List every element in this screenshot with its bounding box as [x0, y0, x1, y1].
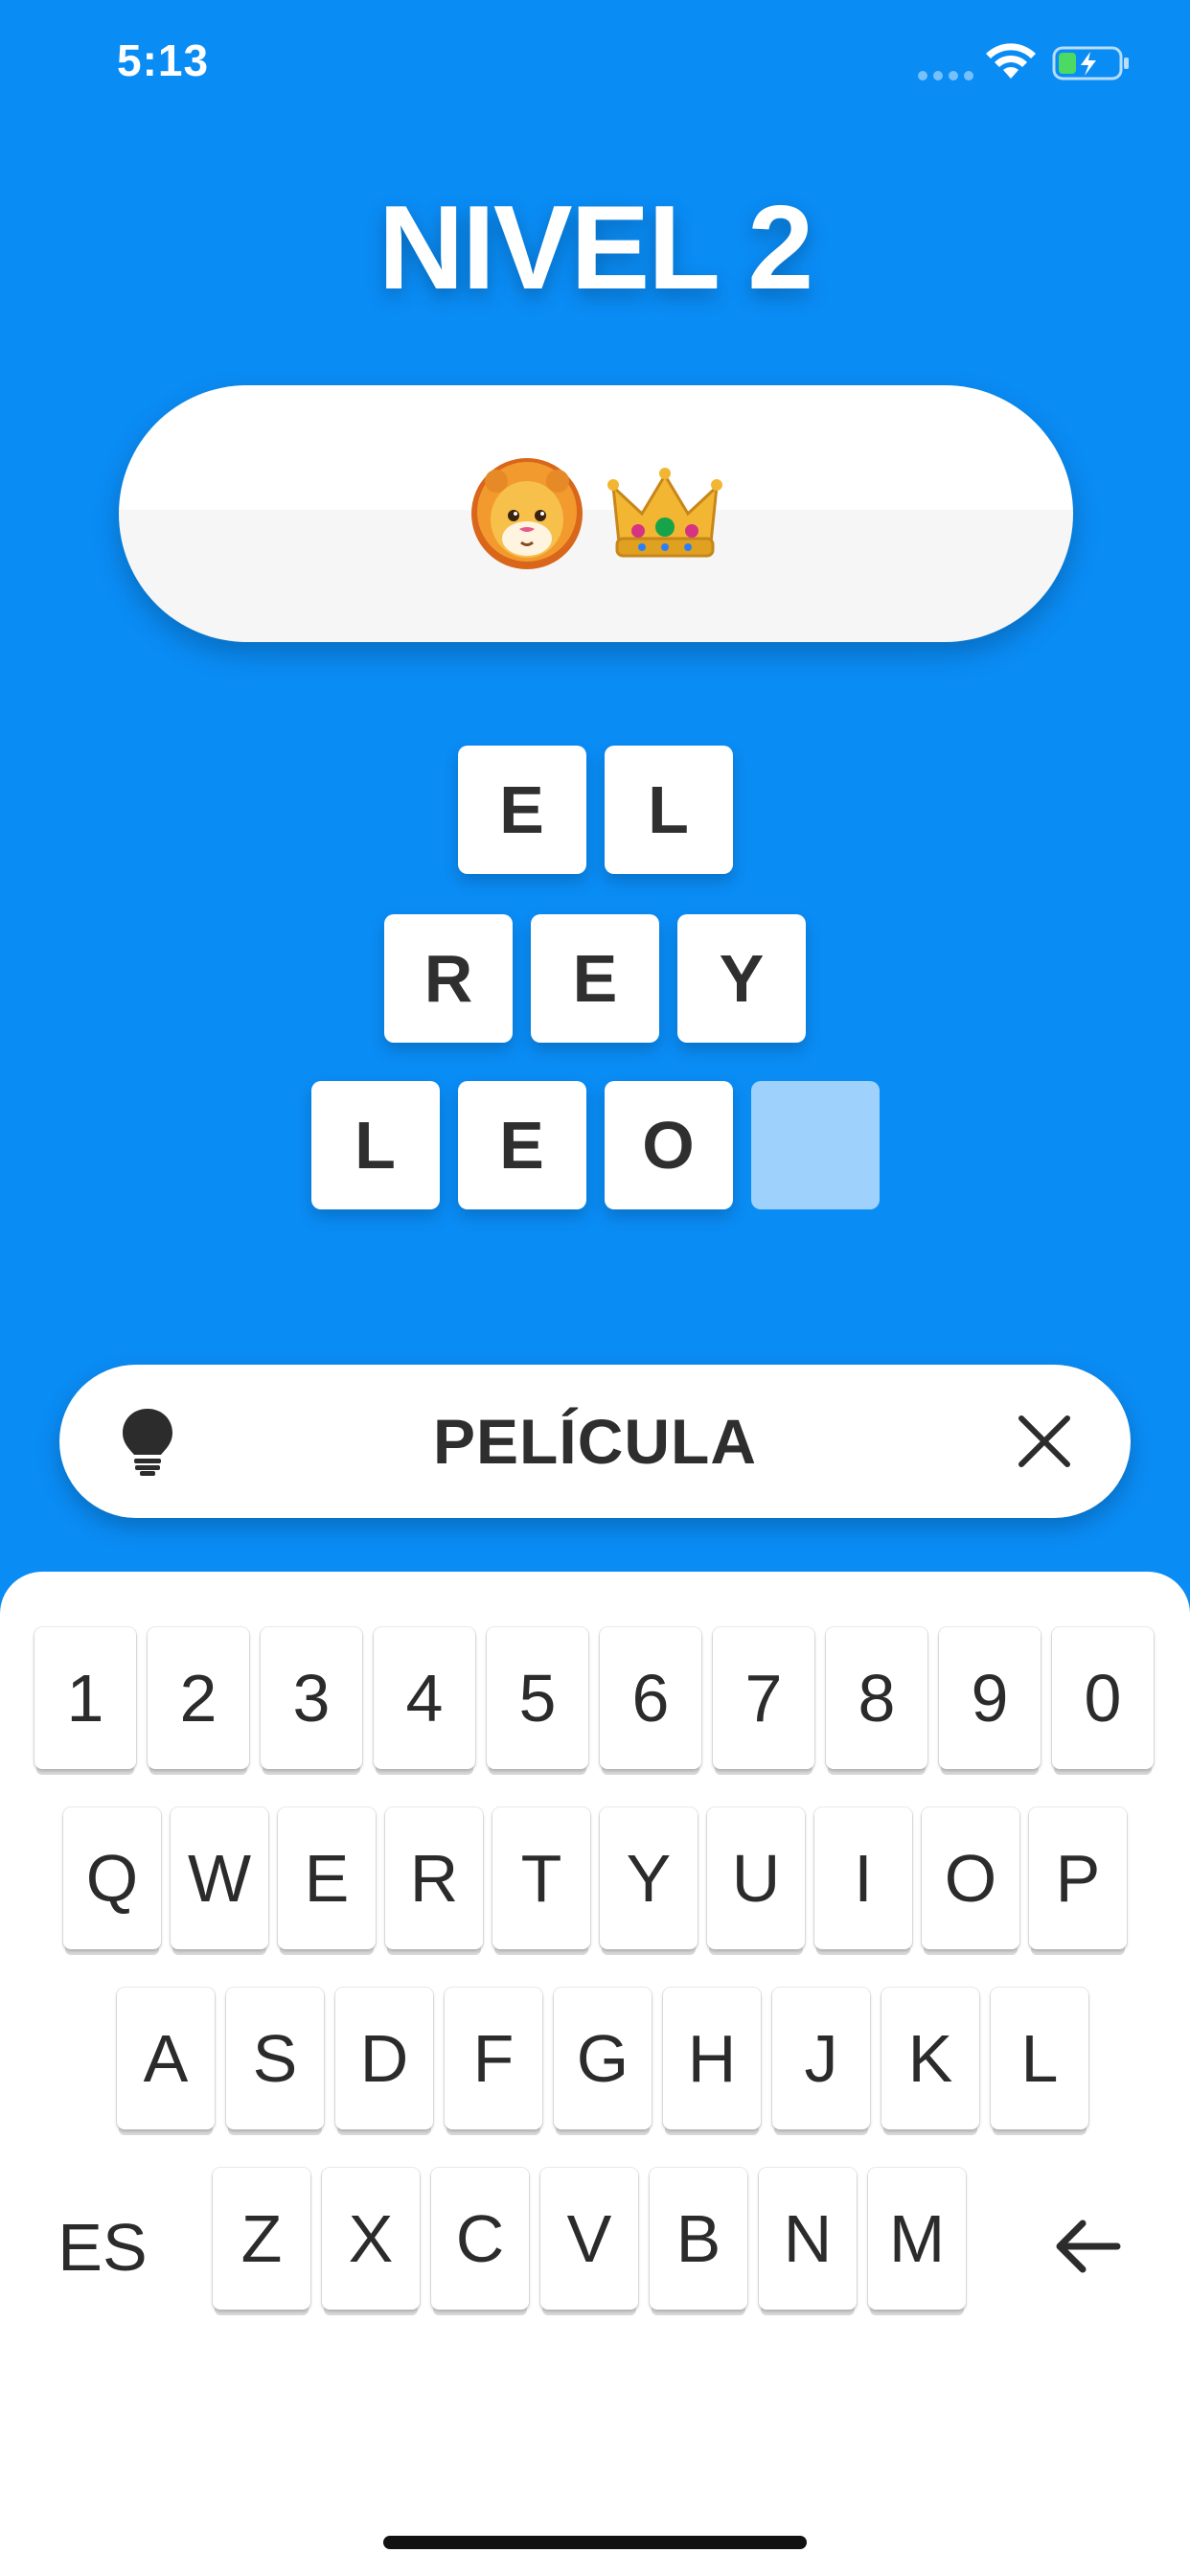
key-q[interactable]: Q: [63, 1807, 161, 1949]
key-z[interactable]: Z: [213, 2168, 310, 2310]
key-1[interactable]: 1: [34, 1627, 136, 1769]
key-j[interactable]: J: [772, 1988, 870, 2129]
key-u[interactable]: U: [707, 1807, 805, 1949]
crown-icon: [607, 468, 722, 558]
key-s[interactable]: S: [226, 1988, 324, 2129]
answer-row-3: L E O: [0, 1081, 1190, 1209]
language-key[interactable]: ES: [50, 2185, 155, 2310]
answer-tile[interactable]: O: [604, 1081, 733, 1209]
key-3[interactable]: 3: [261, 1627, 362, 1769]
answer-row-1: E L: [0, 746, 1190, 874]
keyboard-row-qwerty: Q W E R T Y U I O P: [63, 1807, 1127, 1949]
hint-bar: PELÍCULA: [59, 1365, 1131, 1518]
close-icon[interactable]: [1014, 1411, 1075, 1472]
key-t[interactable]: T: [492, 1807, 590, 1949]
key-n[interactable]: N: [759, 2168, 857, 2310]
key-e[interactable]: E: [278, 1807, 376, 1949]
status-time: 5:13: [117, 35, 210, 85]
answer-tile[interactable]: L: [604, 746, 733, 874]
emoji-clue-card: [119, 385, 1073, 642]
key-r[interactable]: R: [385, 1807, 483, 1949]
letter-keyboard: 1 2 3 4 5 6 7 8 9 0 Q W E R T Y U I O P …: [0, 1572, 1190, 2576]
battery-charging-icon: [1052, 46, 1129, 80]
lightbulb-icon[interactable]: [121, 1407, 174, 1476]
key-i[interactable]: I: [814, 1807, 912, 1949]
hint-category: PELÍCULA: [433, 1406, 757, 1477]
key-6[interactable]: 6: [600, 1627, 701, 1769]
key-o[interactable]: O: [922, 1807, 1019, 1949]
key-l[interactable]: L: [991, 1988, 1088, 2129]
wifi-icon: [986, 43, 1036, 79]
answer-tile[interactable]: E: [457, 1081, 586, 1209]
key-p[interactable]: P: [1029, 1807, 1127, 1949]
lion-face-icon: [471, 458, 583, 569]
key-d[interactable]: D: [335, 1988, 433, 2129]
answer-row-2: R E Y: [0, 914, 1190, 1043]
key-f[interactable]: F: [445, 1988, 542, 2129]
answer-tile[interactable]: R: [384, 914, 513, 1043]
key-5[interactable]: 5: [487, 1627, 588, 1769]
answer-tile[interactable]: E: [457, 746, 586, 874]
answer-tile[interactable]: Y: [677, 914, 806, 1043]
key-a[interactable]: A: [117, 1988, 215, 2129]
answer-tile-empty[interactable]: [750, 1081, 880, 1209]
keyboard-row-zxcv: Z X C V B N M: [213, 2168, 966, 2310]
home-indicator[interactable]: [383, 2536, 807, 2549]
key-2[interactable]: 2: [148, 1627, 249, 1769]
key-y[interactable]: Y: [600, 1807, 698, 1949]
key-w[interactable]: W: [171, 1807, 268, 1949]
key-g[interactable]: G: [554, 1988, 652, 2129]
key-8[interactable]: 8: [826, 1627, 927, 1769]
keyboard-number-row: 1 2 3 4 5 6 7 8 9 0: [34, 1627, 1154, 1769]
key-9[interactable]: 9: [939, 1627, 1041, 1769]
key-m[interactable]: M: [868, 2168, 966, 2310]
cellular-signal-icon: [918, 71, 973, 80]
key-b[interactable]: B: [650, 2168, 747, 2310]
key-4[interactable]: 4: [374, 1627, 475, 1769]
key-c[interactable]: C: [431, 2168, 529, 2310]
backspace-arrow-icon[interactable]: [1052, 2218, 1123, 2275]
keyboard-row-asdf: A S D F G H J K L: [117, 1988, 1088, 2129]
status-bar: 5:13: [0, 0, 1190, 134]
key-7[interactable]: 7: [713, 1627, 814, 1769]
key-v[interactable]: V: [540, 2168, 638, 2310]
key-x[interactable]: X: [322, 2168, 420, 2310]
level-title: NIVEL 2: [378, 182, 813, 314]
key-k[interactable]: K: [881, 1988, 979, 2129]
key-0[interactable]: 0: [1052, 1627, 1154, 1769]
answer-tile[interactable]: E: [531, 914, 659, 1043]
key-h[interactable]: H: [663, 1988, 761, 2129]
answer-tile[interactable]: L: [310, 1081, 440, 1209]
